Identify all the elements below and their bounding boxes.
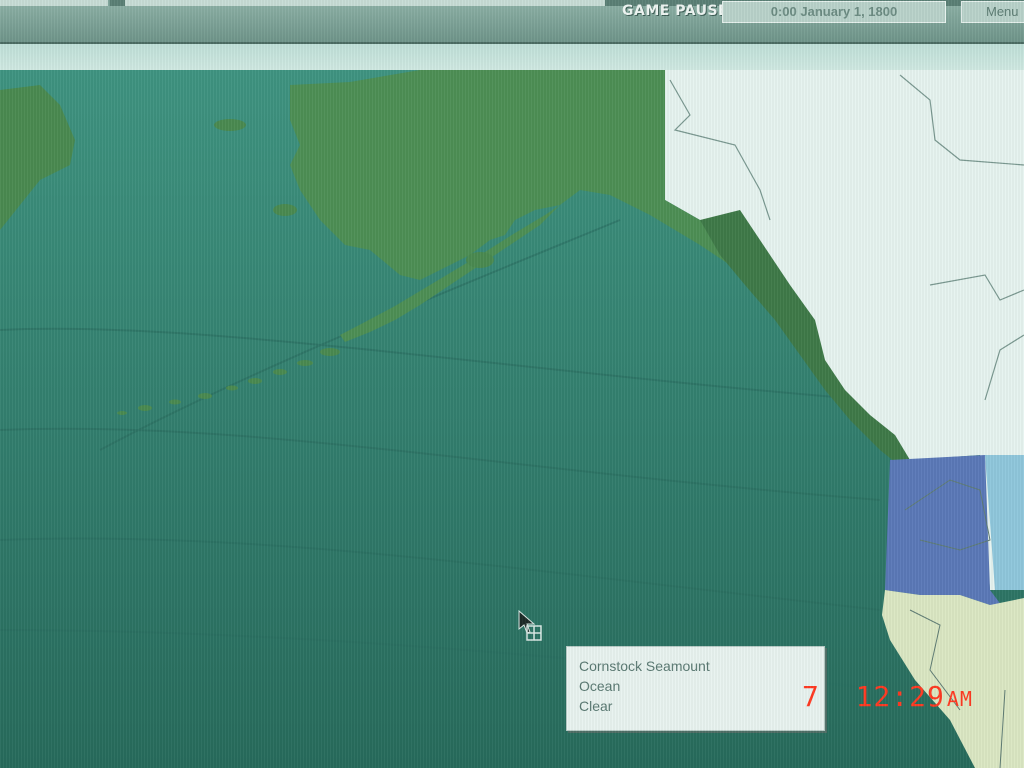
camera-day: 7 <box>802 680 820 713</box>
tile-terrain: Ocean <box>579 678 621 694</box>
top-bar: GAME PAUSED 0:00 January 1, 1800 Menu <box>0 0 1024 44</box>
game-screen: GAME PAUSED 0:00 January 1, 1800 Menu Co… <box>0 0 1024 768</box>
camera-ampm: AM <box>946 687 973 711</box>
map-canvas[interactable] <box>0 70 1024 768</box>
crosshair-icon <box>526 625 542 641</box>
tile-name: Cornstock Seamount <box>579 658 710 674</box>
camera-time: 12:29 <box>855 680 945 713</box>
tile-info-popup: Cornstock Seamount Ocean Clear <box>566 646 825 731</box>
top-left-panel[interactable] <box>0 0 110 6</box>
menu-button[interactable]: Menu <box>961 1 1024 23</box>
tile-weather: Clear <box>579 698 613 714</box>
top-middle-panel[interactable] <box>125 0 605 6</box>
world-map[interactable] <box>0 70 1024 768</box>
camera-timestamp: 7 12:29 AM <box>802 680 973 713</box>
arrow-cursor-icon <box>518 609 542 641</box>
game-date-display: 0:00 January 1, 1800 <box>722 1 946 23</box>
